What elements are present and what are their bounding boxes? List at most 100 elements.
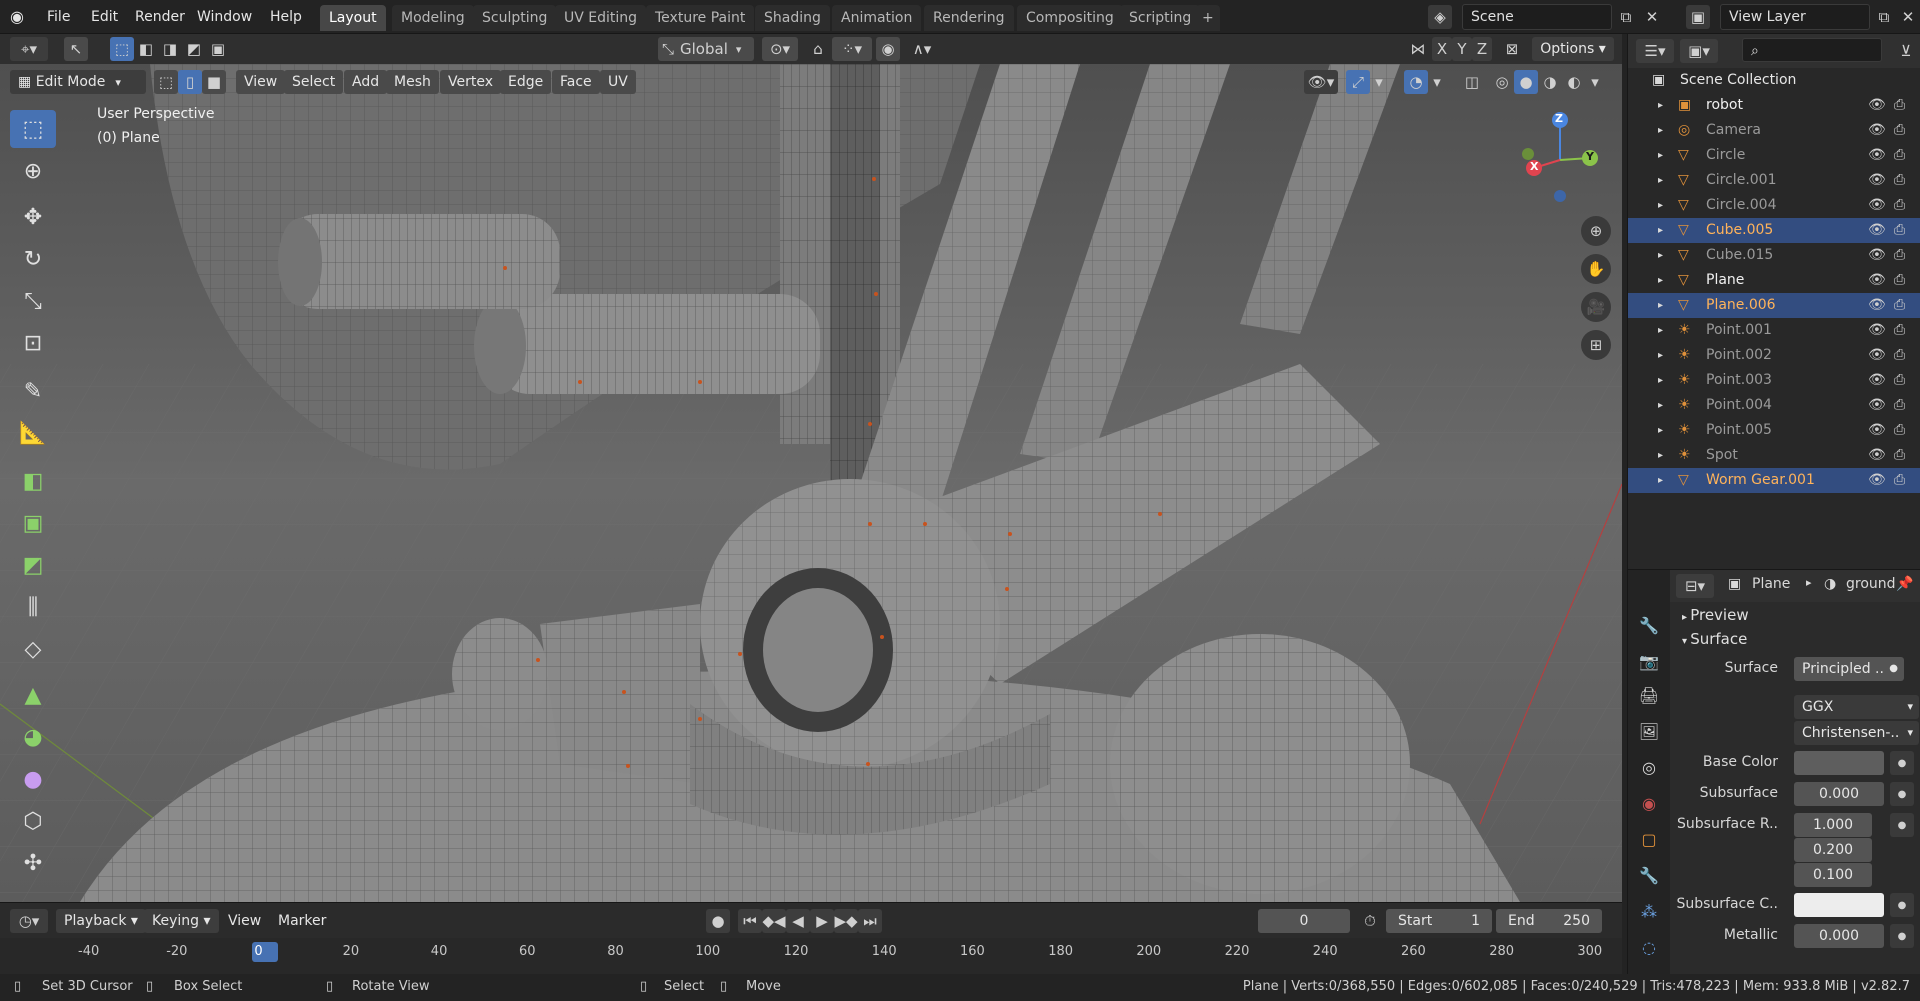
3d-viewport[interactable]: User Perspective (0) Plane ▦ Edit Mode ▾ … [0, 64, 1622, 902]
menu-vertex[interactable]: Vertex [440, 70, 502, 94]
menu-render[interactable]: Render [128, 5, 192, 29]
render-camera-icon[interactable]: ⎙ [1894, 418, 1905, 443]
render-camera-icon[interactable]: ⎙ [1894, 118, 1905, 143]
expand-arrow-icon[interactable]: ▸ [1658, 243, 1663, 268]
proportional-edit-icon[interactable]: ◉ [876, 37, 900, 61]
tool-tab-icon[interactable]: 🔧 [1634, 610, 1664, 640]
options-button[interactable]: Options ▾ [1532, 37, 1614, 61]
subsurface-radius-z-field[interactable]: 0.100 [1794, 863, 1872, 887]
tab-scripting[interactable]: Scripting [1120, 5, 1201, 31]
outliner-item[interactable]: ▸ ▽ Worm Gear.001 👁 ⎙ [1628, 468, 1920, 493]
overlays-dropdown-icon[interactable]: ▾ [1428, 70, 1446, 94]
navigation-gizmo[interactable]: Z Y X [1510, 110, 1610, 210]
render-camera-icon[interactable]: ⎙ [1894, 318, 1905, 343]
eye-icon[interactable]: 👁 [1868, 443, 1886, 468]
metallic-node-icon[interactable]: ● [1890, 924, 1914, 948]
outliner-item[interactable]: ▸ ☀ Point.001 👁 ⎙ [1628, 318, 1920, 343]
move-tool-icon[interactable]: ✥ [10, 198, 56, 236]
gizmo-toggle-icon[interactable]: ⤢ [1346, 70, 1370, 94]
expand-arrow-icon[interactable]: ▸ [1658, 368, 1663, 393]
pivot-point-icon[interactable]: ⊙▾ [762, 37, 798, 61]
falloff-icon[interactable]: ∧▾ [902, 37, 942, 61]
scale-tool-icon[interactable]: ⤡ [10, 282, 56, 320]
outliner-item[interactable]: ▸ ▽ Circle 👁 ⎙ [1628, 143, 1920, 168]
physics-tab-icon[interactable]: ◌ [1634, 932, 1664, 962]
timeline-ruler[interactable]: -40 -20 0 20 40 60 80 100 120 140 160 180 200 220 240 2… [0, 938, 1622, 974]
wireframe-shading-icon[interactable]: ◎ [1490, 70, 1514, 94]
new-scene-icon[interactable]: ⧉ [1614, 5, 1638, 29]
select-mode-intersect-icon[interactable]: ▣ [206, 37, 230, 61]
editor-type-icon[interactable]: ⌖▾ [10, 37, 48, 61]
subsurface-radius-node-icon[interactable]: ● [1890, 813, 1914, 837]
edge-select-icon[interactable]: ▯ [178, 70, 202, 94]
menu-edit[interactable]: Edit [84, 5, 125, 29]
outliner-item[interactable]: ▸ ▽ Cube.015 👁 ⎙ [1628, 243, 1920, 268]
play-reverse-icon[interactable]: ◀ [786, 909, 810, 933]
expand-arrow-icon[interactable]: ▸ [1658, 393, 1663, 418]
snap-icon[interactable]: ⌂ [806, 37, 830, 61]
preview-panel-header[interactable]: ▸ Preview [1682, 606, 1749, 624]
menu-keying[interactable]: Keying ▾ [144, 909, 219, 933]
surface-shader-field[interactable]: Principled .. ● [1794, 657, 1904, 681]
blender-logo-icon[interactable]: ◉ [10, 7, 32, 27]
rotate-tool-icon[interactable]: ↻ [10, 240, 56, 278]
expand-arrow-icon[interactable]: ▸ [1658, 93, 1663, 118]
tab-texture-paint[interactable]: Texture Paint [646, 5, 755, 31]
knife-tool-icon[interactable]: ◇ [10, 630, 56, 668]
tab-sculpting[interactable]: Sculpting [473, 5, 557, 31]
tab-uv-editing[interactable]: UV Editing [555, 5, 647, 31]
material-shading-icon[interactable]: ◑ [1538, 70, 1562, 94]
rendered-shading-icon[interactable]: ◐ [1562, 70, 1586, 94]
expand-arrow-icon[interactable]: ▸ [1658, 318, 1663, 343]
view-layer-icon[interactable]: ▣ [1686, 5, 1710, 29]
render-camera-icon[interactable]: ⎙ [1894, 268, 1905, 293]
eye-icon[interactable]: 👁 [1868, 268, 1886, 293]
eye-icon[interactable]: 👁 [1868, 293, 1886, 318]
extrude-tool-icon[interactable]: ◧ [10, 462, 56, 500]
expand-arrow-icon[interactable]: ▸ [1658, 343, 1663, 368]
select-mode-extend-icon[interactable]: ◧ [134, 37, 158, 61]
tab-modeling[interactable]: Modeling [392, 5, 474, 31]
display-mode-icon[interactable]: ▣▾ [1680, 39, 1718, 63]
outliner-item[interactable]: ▸ ☀ Point.003 👁 ⎙ [1628, 368, 1920, 393]
outliner-editor-type-icon[interactable]: ☰▾ [1636, 39, 1674, 63]
visibility-icon[interactable]: 👁▾ [1304, 70, 1338, 94]
select-tool-icon[interactable]: ↖ [64, 37, 88, 61]
menu-uv[interactable]: UV [600, 70, 636, 94]
menu-edge[interactable]: Edge [500, 70, 552, 94]
menu-playback[interactable]: Playback ▾ [56, 909, 146, 933]
poly-build-tool-icon[interactable]: ▲ [10, 676, 56, 714]
add-workspace-button[interactable]: + [1196, 5, 1220, 31]
eye-icon[interactable]: 👁 [1868, 343, 1886, 368]
jump-start-icon[interactable]: ⏮ [738, 909, 762, 933]
subsurface-node-icon[interactable]: ● [1890, 782, 1914, 806]
render-camera-icon[interactable]: ⎙ [1894, 168, 1905, 193]
modifier-tab-icon[interactable]: 🔧 [1634, 860, 1664, 890]
render-camera-icon[interactable]: ⎙ [1894, 193, 1905, 218]
subsurface-color-swatch[interactable] [1794, 893, 1884, 917]
outliner-item[interactable]: ▸ ☀ Spot 👁 ⎙ [1628, 443, 1920, 468]
axis-x-toggle[interactable]: X [1432, 37, 1452, 61]
face-select-icon[interactable]: ■ [202, 70, 226, 94]
base-color-swatch[interactable] [1794, 751, 1884, 775]
render-camera-icon[interactable]: ⎙ [1894, 293, 1905, 318]
tab-shading[interactable]: Shading [755, 5, 830, 31]
start-frame-field[interactable]: Start 1 [1386, 909, 1492, 933]
eye-icon[interactable]: 👁 [1868, 143, 1886, 168]
expand-arrow-icon[interactable]: ▸ [1658, 268, 1663, 293]
overlays-icon[interactable]: ◔ [1404, 70, 1428, 94]
outliner-item[interactable]: ▸ ☀ Point.002 👁 ⎙ [1628, 343, 1920, 368]
mode-dropdown[interactable]: ▦ Edit Mode ▾ [10, 70, 146, 94]
render-camera-icon[interactable]: ⎙ [1894, 368, 1905, 393]
output-tab-icon[interactable]: 🖨 [1634, 680, 1664, 710]
menu-view[interactable]: View [236, 70, 286, 94]
select-mode-subtract-icon[interactable]: ◨ [158, 37, 182, 61]
outliner-item[interactable]: ▸ ▽ Circle.001 👁 ⎙ [1628, 168, 1920, 193]
axis-y-toggle[interactable]: Y [1452, 37, 1472, 61]
expand-arrow-icon[interactable]: ▸ [1658, 293, 1663, 318]
surface-panel-header[interactable]: ▾ Surface [1682, 630, 1747, 648]
snap-target-icon[interactable]: ⁘▾ [832, 37, 872, 61]
remove-view-layer-icon[interactable]: ✕ [1896, 5, 1920, 29]
tab-rendering[interactable]: Rendering [924, 5, 1014, 31]
record-icon[interactable]: ● [706, 909, 730, 933]
